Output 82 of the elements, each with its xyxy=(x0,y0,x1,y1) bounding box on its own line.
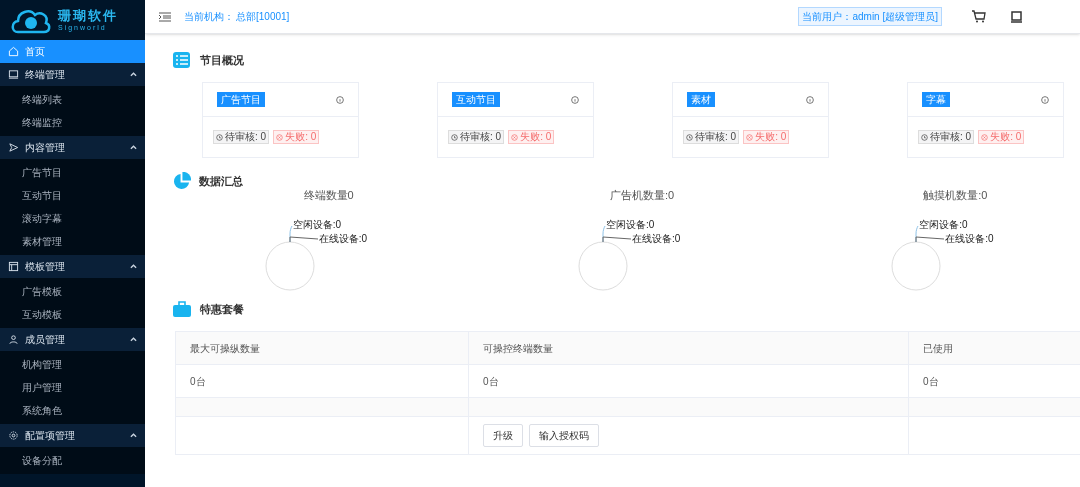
pending-tag: 待审核: 0 xyxy=(918,130,975,144)
list-icon xyxy=(172,51,192,69)
caret-icon xyxy=(130,337,137,342)
chart-label: 在线设备:0 xyxy=(632,233,681,245)
monitor-icon xyxy=(8,69,19,80)
clock-icon xyxy=(921,133,928,141)
sidebar-item[interactable]: 配置项管理 xyxy=(0,424,145,447)
failed-tag: 失败: 0 xyxy=(508,130,555,144)
user-badge: 当前用户：admin [超级管理员] xyxy=(798,7,942,26)
clock-icon xyxy=(686,133,693,141)
send-icon xyxy=(8,142,19,153)
sidebar-subitem[interactable]: 用户管理 xyxy=(0,376,145,399)
category-tag: 字幕 xyxy=(922,92,950,107)
section-title: 数据汇总 xyxy=(199,173,243,189)
chart-label: 在线设备:0 xyxy=(945,233,994,245)
sidebar-item[interactable]: 终端管理 xyxy=(0,63,145,86)
category-tag: 素材 xyxy=(687,92,715,107)
template-icon xyxy=(8,261,19,272)
action-button[interactable]: 升级 xyxy=(483,424,523,447)
home-icon xyxy=(8,46,19,57)
sidebar-subitem[interactable]: 互动模板 xyxy=(0,303,145,326)
sidebar-subitem[interactable]: 滚动字幕 xyxy=(0,207,145,230)
sidebar-subitem[interactable]: 系统角色 xyxy=(0,399,145,422)
category-tag: 广告节目 xyxy=(217,92,265,107)
clock-icon xyxy=(451,133,458,141)
org-name: 总部[10001] xyxy=(236,10,290,24)
chart-title: 触摸机数量:0 xyxy=(923,188,988,203)
category-tag: 互动节目 xyxy=(452,92,500,107)
error-icon xyxy=(746,133,754,141)
caret-icon xyxy=(130,72,137,77)
sidebar-item[interactable]: 成员管理 xyxy=(0,328,145,351)
org-label: 当前机构： xyxy=(184,10,234,24)
info-icon xyxy=(1041,95,1049,104)
failed-tag: 失败: 0 xyxy=(743,130,790,144)
column-header: 最大可操纵数量 xyxy=(176,332,469,364)
error-icon xyxy=(276,133,284,141)
table-cell: 0台 xyxy=(909,365,1080,397)
table-cell: 0台 xyxy=(469,365,909,397)
sidebar-subitem[interactable]: 广告模板 xyxy=(0,280,145,303)
caret-icon xyxy=(130,264,137,269)
pending-tag: 待审核: 0 xyxy=(448,130,505,144)
error-icon xyxy=(511,133,519,141)
logo-text: 珊瑚软件 xyxy=(58,9,118,22)
pending-tag: 待审核: 0 xyxy=(213,130,270,144)
info-icon xyxy=(336,95,344,104)
caret-icon xyxy=(130,433,137,438)
chart-title: 广告机数量:0 xyxy=(609,188,675,203)
action-button[interactable]: 输入授权码 xyxy=(529,424,599,447)
chart-title: 终端数量0 xyxy=(303,188,354,203)
settings-icon xyxy=(8,430,19,441)
clock-icon xyxy=(216,133,223,141)
info-icon xyxy=(571,95,579,104)
chart-label: 空闲设备:0 xyxy=(292,219,341,231)
pending-tag: 待审核: 0 xyxy=(683,130,740,144)
user-icon xyxy=(8,334,19,345)
laptop-icon[interactable] xyxy=(1010,10,1022,23)
sidebar-subitem[interactable]: 终端列表 xyxy=(0,88,145,111)
sidebar-subitem[interactable]: 互动节目 xyxy=(0,184,145,207)
cart-icon[interactable] xyxy=(972,10,986,23)
sidebar-subitem[interactable]: 设备分配 xyxy=(0,449,145,472)
sidebar-item[interactable]: 内容管理 xyxy=(0,136,145,159)
menu-icon[interactable] xyxy=(159,11,171,22)
column-header: 可操控终端数量 xyxy=(469,332,909,364)
chart-label: 空闲设备:0 xyxy=(919,219,968,231)
column-header: 已使用 xyxy=(909,332,1080,364)
sidebar-subitem[interactable]: 终端监控 xyxy=(0,111,145,134)
sidebar-subitem[interactable]: 素材管理 xyxy=(0,230,145,253)
caret-icon xyxy=(130,145,137,150)
failed-tag: 失败: 0 xyxy=(273,130,320,144)
info-icon xyxy=(806,95,814,104)
chart-label: 在线设备:0 xyxy=(318,233,367,245)
bag-icon xyxy=(172,300,192,318)
sidebar-subitem[interactable]: 机构管理 xyxy=(0,353,145,376)
sidebar-subitem[interactable]: 广告节目 xyxy=(0,161,145,184)
section-title: 节目概况 xyxy=(200,52,244,68)
sidebar-item[interactable]: 模板管理 xyxy=(0,255,145,278)
error-icon xyxy=(981,133,989,141)
failed-tag: 失败: 0 xyxy=(978,130,1025,144)
section-title: 特惠套餐 xyxy=(200,301,244,317)
pie-chart-icon xyxy=(172,171,191,191)
table-cell: 0台 xyxy=(176,365,469,397)
chart-label: 空闲设备:0 xyxy=(606,219,655,231)
